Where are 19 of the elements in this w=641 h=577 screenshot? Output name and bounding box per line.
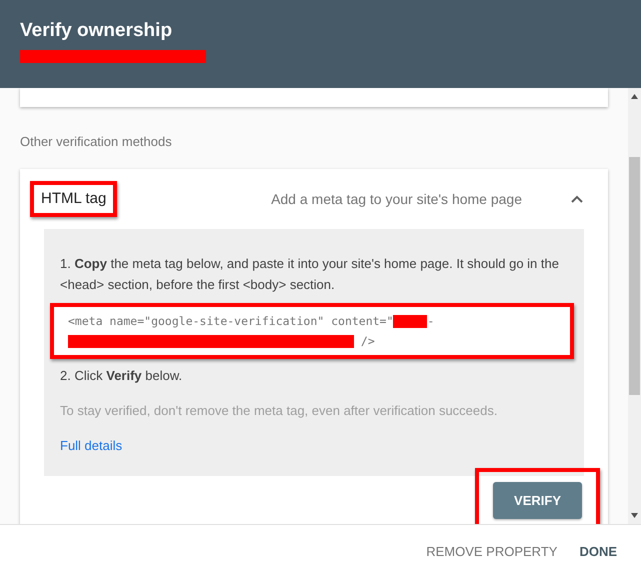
method-name: HTML tag — [41, 190, 106, 207]
section-label: Other verification methods — [20, 134, 173, 149]
done-button[interactable]: DONE — [573, 536, 623, 566]
note-text: To stay verified, don't remove the meta tag, even after verification succeeds. — [60, 402, 498, 420]
instruction-text: 2. Click Verify below. — [60, 367, 184, 385]
down-arrow-icon[interactable] — [631, 513, 638, 518]
verify-button[interactable]: VERIFY — [493, 482, 582, 519]
dialog-title: Verify ownership — [20, 20, 174, 42]
code-text: <meta name="google-site-verification" content=" — [68, 314, 394, 328]
scrollbar-thumb[interactable] — [629, 157, 640, 395]
instruction-text: 1. Copy the meta tag below, and paste it into your site's home page. It should go in the <head> section, before the first <body> section. — [60, 255, 560, 294]
details-link[interactable]: Full details — [60, 435, 122, 456]
redaction-bar — [393, 315, 428, 328]
code-text: /> — [360, 334, 375, 348]
scrollbar[interactable] — [628, 88, 641, 524]
code-text: - — [427, 314, 434, 328]
remove-property-button[interactable]: REMOVE PROPERTY — [420, 536, 564, 566]
up-arrow-icon[interactable] — [631, 94, 638, 99]
method-description: Add a meta tag to your site's home page — [271, 191, 522, 207]
